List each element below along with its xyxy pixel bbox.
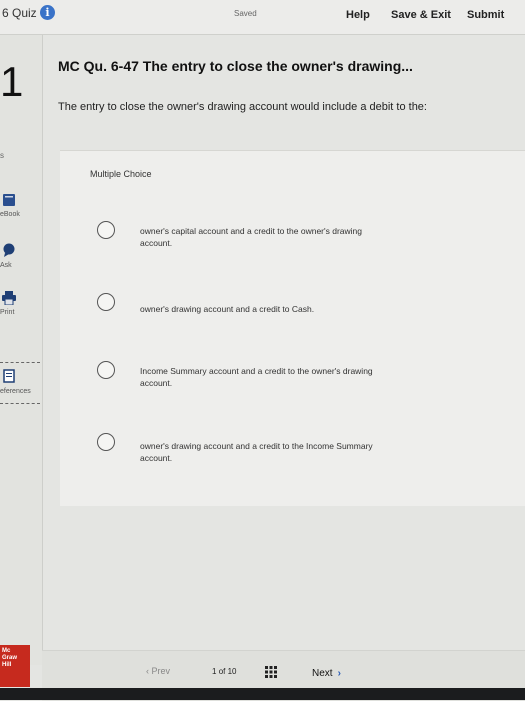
prev-label: Prev [151, 666, 171, 676]
question-number: 1 [0, 58, 24, 105]
radio-button[interactable] [97, 361, 115, 379]
answer-option-text: Income Summary account and a credit to t… [140, 366, 373, 388]
question-title: MC Qu. 6-47 The entry to close the owner… [58, 58, 413, 74]
logo-line: Graw [2, 655, 18, 661]
radio-button[interactable] [97, 433, 115, 451]
quiz-title: 6 Quiz [2, 6, 37, 20]
next-button[interactable]: Next › [312, 668, 341, 679]
question-text: The entry to close the owner's drawing a… [58, 101, 427, 113]
print-icon [2, 291, 16, 305]
document-icon [3, 369, 15, 383]
saved-status: Saved [234, 9, 257, 18]
chevron-left-icon: ‹ [146, 666, 149, 676]
submit-button[interactable]: Submit [467, 9, 504, 21]
page-current: 1 [212, 667, 217, 676]
answer-panel: Multiple Choice owner's capital account … [60, 150, 525, 506]
mcgraw-hill-logo: Mc Graw Hill [0, 645, 30, 687]
help-button[interactable]: Help [346, 9, 370, 21]
radio-button[interactable] [97, 221, 115, 239]
page-total: 10 [227, 667, 237, 676]
logo-line: Mc [2, 648, 11, 654]
next-label: Next [312, 668, 333, 679]
top-bar: 6 Quiz i Saved Help Save & Exit Submit [0, 0, 525, 35]
sidebar-item-label: Print [0, 309, 15, 316]
sidebar-item-label: eferences [0, 388, 31, 395]
page-indicator: 1 of 10 [212, 667, 237, 676]
answer-option-text: owner's drawing account and a credit to … [140, 441, 373, 463]
left-rail: 1 s eBook Ask Print eferences [0, 35, 43, 665]
chevron-right-icon: › [337, 668, 341, 679]
sidebar-item-references[interactable]: eferences [0, 362, 40, 404]
prev-button[interactable]: ‹ Prev [146, 666, 170, 676]
logo-line: Hill [2, 662, 12, 668]
page-of: of [218, 667, 226, 676]
sidebar-item-label: eBook [0, 211, 20, 218]
answer-option-text: owner's capital account and a credit to … [140, 226, 363, 248]
question-type-label: Multiple Choice [90, 169, 152, 179]
radio-button[interactable] [97, 293, 115, 311]
grid-icon[interactable] [265, 666, 277, 678]
sidebar-item-label: Ask [0, 262, 12, 269]
device-bezel [0, 688, 525, 700]
score-fragment: s [0, 151, 4, 160]
book-icon [3, 194, 15, 206]
answer-option-text: owner's drawing account and a credit to … [140, 304, 315, 314]
save-exit-button[interactable]: Save & Exit [391, 9, 451, 21]
chat-icon [3, 243, 15, 257]
info-icon[interactable]: i [40, 5, 55, 20]
